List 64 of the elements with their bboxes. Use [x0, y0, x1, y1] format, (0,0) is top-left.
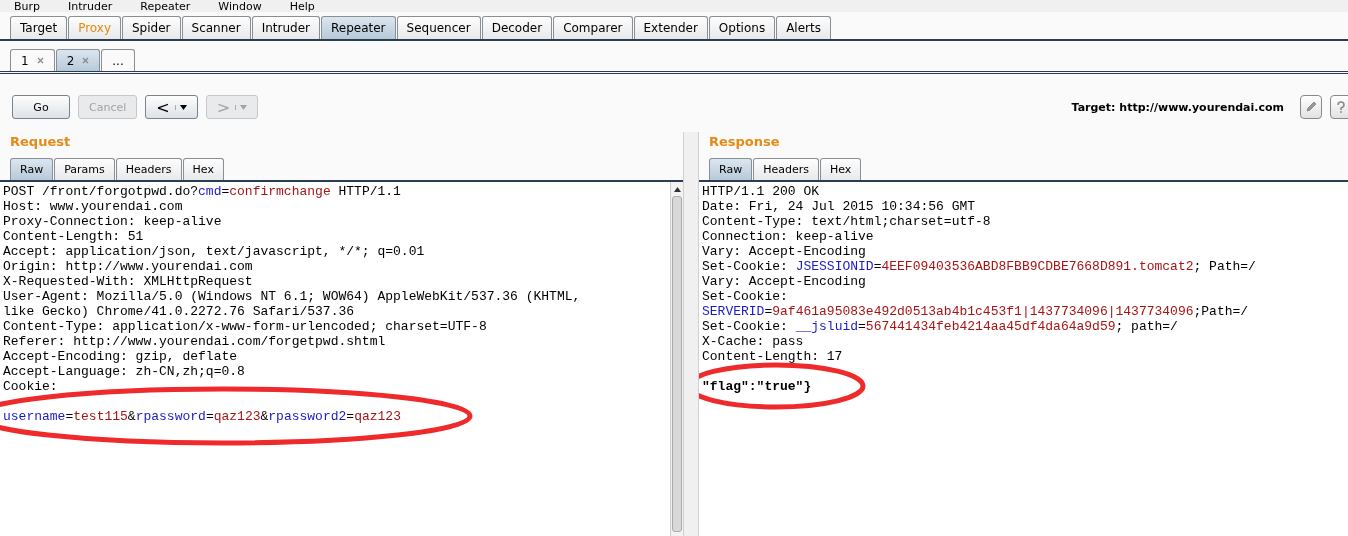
menu-item[interactable]: Repeater	[140, 1, 191, 12]
code-line: Host: www.yourendai.com	[3, 199, 183, 214]
code-line: Vary: Accept-Encoding	[702, 274, 866, 289]
code-line: Connection: keep-alive	[702, 229, 874, 244]
view-tab[interactable]: Raw	[709, 158, 753, 180]
code-line: Content-Type: application/x-www-form-urlencoded; charset=UTF-8	[3, 319, 487, 334]
pencil-icon[interactable]	[1300, 95, 1322, 119]
code-line: Accept: application/json, text/javascript, */*; q=0.01	[3, 244, 425, 259]
menu-item[interactable]: Help	[289, 1, 315, 12]
scrollbar[interactable]	[670, 182, 683, 536]
scroll-up-icon[interactable]	[673, 186, 681, 192]
main-tab[interactable]: Spider	[122, 16, 181, 39]
request-tab[interactable]: 2	[55, 49, 101, 71]
code-line: Content-Length: 51	[3, 229, 144, 244]
code-line: Set-Cookie: JSESSIONID=4EEF09403536ABD8FBB9CDBE7668D891.tomcat2; Path=/	[702, 259, 1256, 274]
view-tab[interactable]: Hex	[819, 158, 862, 180]
code-line: Date: Fri, 24 Jul 2015 10:34:56 GMT	[702, 199, 976, 214]
code-line: Referer: http://www.yourendai.com/forgetpwd.shtml	[3, 334, 386, 349]
panel-title: Response	[708, 133, 781, 151]
menu-item[interactable]: Window	[218, 1, 262, 12]
menu-item[interactable]: Burp	[14, 1, 41, 12]
code-line: Accept-Language: zh-CN,zh;q=0.8	[3, 364, 245, 379]
code-line: Vary: Accept-Encoding	[702, 244, 866, 259]
code-line: Origin: http://www.yourendai.com	[3, 259, 253, 274]
caret-icon[interactable]	[179, 104, 187, 110]
view-tab[interactable]: Raw	[10, 158, 54, 180]
main-tab[interactable]: Alerts	[776, 16, 831, 39]
code-line: X-Cache: pass	[702, 334, 804, 349]
code-line: Content-Type: text/html;charset=utf-8	[702, 214, 991, 229]
menu-item[interactable]: Intruder	[68, 1, 113, 12]
main-tab[interactable]: Decoder	[481, 16, 553, 39]
code-line: User-Agent: Mozilla/5.0 (Windows NT 6.1; WOW64) AppleWebKit/537.36 (KHTML,	[3, 289, 581, 304]
view-tab[interactable]: Params	[54, 158, 115, 180]
main-tab[interactable]: Options	[708, 16, 776, 39]
target-label: Target: http://www.yourendai.com	[1071, 100, 1284, 114]
main-tab[interactable]: Extender	[633, 16, 708, 39]
view-tab[interactable]: Headers	[753, 158, 819, 180]
main-tab[interactable]: Sequencer	[396, 16, 481, 39]
code-line: Set-Cookie:	[702, 289, 788, 304]
history-button[interactable]: <	[145, 95, 198, 119]
view-tab[interactable]: Hex	[182, 158, 224, 180]
code-line: Content-Length: 17	[702, 349, 843, 364]
code-line: SERVERID=9af461a95083e492d0513ab4b1c453f1|1437734096|1437734096;Path=/	[702, 304, 1249, 319]
code-line: HTTP/1.1 200 OK	[702, 184, 820, 199]
panel-title: Request	[9, 133, 72, 151]
main-tab[interactable]: Scanner	[181, 16, 251, 39]
code-line: username=test115&rpassword=qaz123&rpassword2=qaz123	[3, 409, 401, 424]
code-line: Set-Cookie: __jsluid=567441434feb4214aa45df4da64a9d59; path=/	[702, 319, 1178, 334]
code-line: Cookie:	[3, 379, 58, 394]
main-tab[interactable]: Comparer	[553, 16, 633, 39]
request-tab[interactable]: ...	[101, 49, 135, 71]
code-line: Proxy-Connection: keep-alive	[3, 214, 222, 229]
main-tab[interactable]: Intruder	[251, 16, 320, 39]
view-tab[interactable]: Headers	[115, 158, 182, 180]
help-icon[interactable]	[1330, 95, 1348, 119]
code-line: like Gecko) Chrome/41.0.2272.76 Safari/537.36	[3, 304, 355, 319]
main-tab[interactable]: Repeater	[320, 16, 396, 39]
code-line: X-Requested-With: XMLHttpRequest	[3, 274, 253, 289]
code-line: "flag":"true"}	[702, 379, 812, 394]
main-tab[interactable]: Target	[10, 16, 68, 39]
request-tab[interactable]: 1	[10, 49, 55, 71]
code-line: Accept-Encoding: gzip, deflate	[3, 349, 238, 364]
code-line: POST /front/forgotpwd.do?cmd=confirmchange HTTP/1.1	[3, 184, 401, 199]
toolbar-button[interactable]: Go	[12, 95, 70, 119]
